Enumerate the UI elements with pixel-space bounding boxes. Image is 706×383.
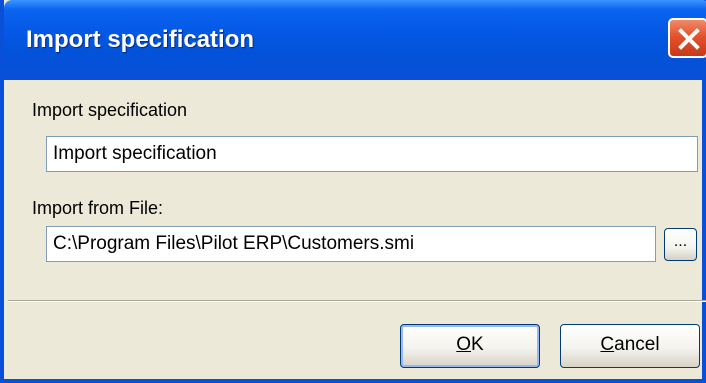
import-spec-input[interactable]: Import specification [46,136,698,172]
import-file-input[interactable]: C:\Program Files\Pilot ERP\Customers.smi [46,226,656,262]
button-separator [8,300,706,302]
import-specification-dialog: Import specification Import specificatio… [0,0,706,383]
window-title: Import specification [26,26,255,53]
browse-button[interactable]: ... [664,228,697,261]
import-file-label: Import from File: [32,198,164,218]
close-button[interactable] [668,18,706,58]
ok-button[interactable]: OK [400,324,540,368]
cancel-button[interactable]: Cancel [560,324,700,368]
title-bar[interactable]: Import specification [4,0,706,80]
close-icon [678,28,700,50]
import-spec-label: Import specification [32,100,188,120]
